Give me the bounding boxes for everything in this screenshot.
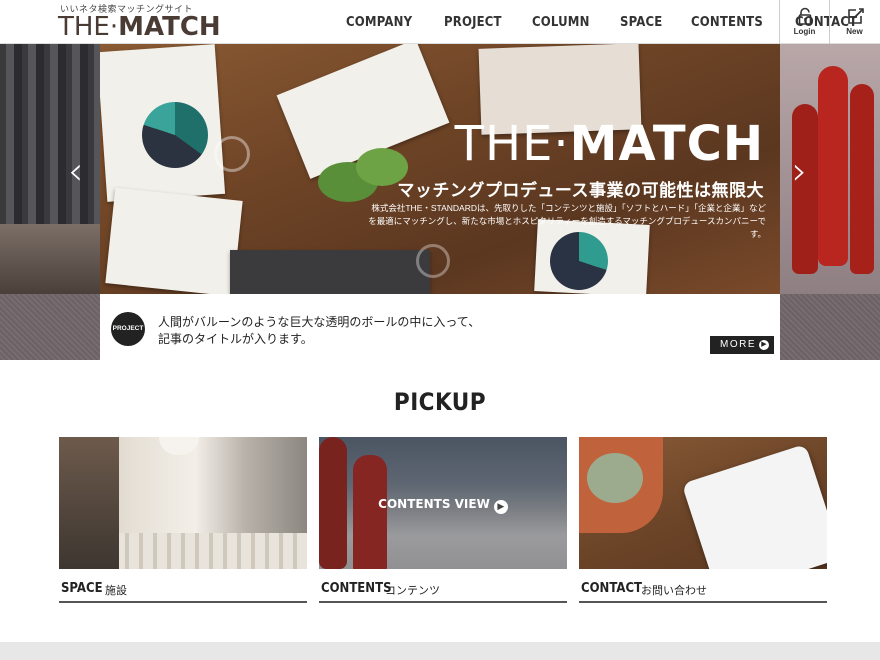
card-title-en: CONTACT — [581, 581, 643, 596]
wall-image — [59, 437, 119, 569]
card-title-en: CONTENTS — [321, 581, 392, 596]
more-label: MORE — [720, 339, 756, 350]
cactus-image — [587, 453, 643, 503]
nav-contents[interactable]: CONTENTS — [691, 15, 763, 30]
prev-slide-arrow[interactable]: ‹ — [68, 149, 83, 193]
arrow-right-icon: ▶ — [759, 340, 769, 350]
category-badge: PROJECT — [111, 312, 145, 346]
report-paper-image — [105, 187, 243, 294]
contents-image: CONTENTS VIEW ▶ — [319, 437, 567, 569]
card-title-jp: 施設 — [105, 585, 127, 597]
card-label: SPACE 施設 — [59, 579, 307, 603]
new-label: New — [846, 27, 863, 36]
caption-line: 記事のタイトルが入ります。 — [158, 332, 313, 346]
footer-band — [0, 642, 880, 660]
hero-title: THE·MATCH — [454, 116, 764, 172]
hero-description: 株式会社THE・STANDARDは、先取りした「コンテンツと施設」「ソフトとハー… — [368, 203, 766, 239]
card-title-jp: コンテンツ — [385, 585, 440, 597]
caption-line: 人間がバルーンのような巨大な透明のボールの中に入って、 — [158, 315, 481, 329]
lamp-image — [159, 437, 199, 455]
smartphone-image — [681, 443, 827, 569]
hero-slider: THE·MATCH マッチングプロデュース事業の可能性は無限大 株式会社THE・… — [0, 44, 880, 360]
card-label: CONTENTS コンテンツ — [319, 579, 567, 603]
contact-image — [579, 437, 827, 569]
contents-view-link[interactable]: CONTENTS VIEW ▶ — [319, 497, 567, 514]
contents-view-label: CONTENTS VIEW — [378, 497, 490, 511]
card-label: CONTACT お問い合わせ — [579, 579, 827, 603]
hero-slide-image: THE·MATCH マッチングプロデュース事業の可能性は無限大 株式会社THE・… — [100, 44, 780, 294]
prev-slide-preview — [0, 44, 100, 294]
laptop-image — [230, 250, 430, 294]
pickup-card-contact[interactable]: CONTACT お問い合わせ — [579, 437, 827, 605]
card-title-jp: お問い合わせ — [641, 585, 707, 597]
space-image — [59, 437, 307, 569]
glass-image — [214, 136, 250, 172]
site-logo[interactable]: THE·MATCH — [58, 12, 221, 42]
more-button[interactable]: MORE ▶ — [710, 336, 774, 354]
next-slide-arrow[interactable]: › — [792, 149, 807, 193]
pickup-card-contents[interactable]: CONTENTS VIEW ▶ CONTENTS コンテンツ — [319, 437, 567, 605]
slide-caption[interactable]: PROJECT 人間がバルーンのような巨大な透明のボールの中に入って、 記事のタ… — [100, 294, 780, 360]
pie-chart-image — [142, 102, 208, 168]
login-button[interactable]: Login — [779, 0, 829, 44]
hero-subtitle: マッチングプロデュース事業の可能性は無限大 — [397, 181, 764, 200]
pickup-card-space[interactable]: SPACE 施設 — [59, 437, 307, 605]
card-title-en: SPACE — [61, 581, 103, 596]
glass-image — [416, 244, 450, 278]
arrow-right-icon: ▶ — [493, 500, 508, 514]
new-post-button[interactable]: New — [829, 0, 879, 44]
bowling-pin-image — [850, 84, 874, 274]
nav-project[interactable]: PROJECT — [444, 15, 502, 30]
lock-icon — [798, 7, 811, 25]
pickup-heading: PICKUP — [393, 388, 487, 416]
edit-icon — [847, 8, 864, 24]
caption-title: 人間がバルーンのような巨大な透明のボールの中に入って、 記事のタイトルが入ります… — [158, 314, 558, 348]
site-header: いいネタ検索マッチングサイト THE·MATCH COMPANY PROJECT… — [0, 0, 880, 44]
login-label: Login — [793, 27, 816, 36]
nav-space[interactable]: SPACE — [620, 15, 662, 30]
nav-column[interactable]: COLUMN — [532, 15, 590, 30]
nav-company[interactable]: COMPANY — [346, 15, 412, 30]
bowling-pin-image — [818, 66, 848, 266]
